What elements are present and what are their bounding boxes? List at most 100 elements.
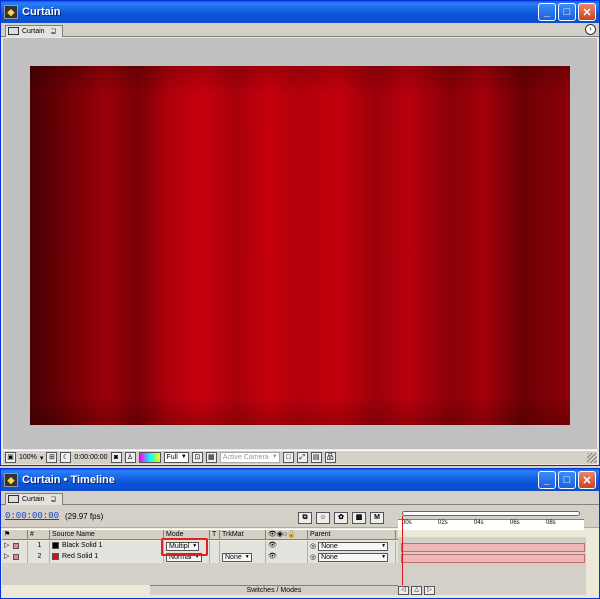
current-time-display[interactable]: 0:00:00:00 <box>74 454 107 461</box>
solid-color-icon <box>52 542 59 549</box>
column-number[interactable]: # <box>28 530 50 539</box>
mask-view-icon[interactable]: ☾ <box>60 452 72 463</box>
tab-curtain[interactable]: Curtain ⊒ <box>5 25 64 37</box>
label-color-chip[interactable] <box>13 543 20 549</box>
fps-label: (29.97 fps) <box>65 511 104 521</box>
blend-mode-dropdown[interactable]: Multipl <box>166 542 200 551</box>
pixel-aspect-icon[interactable]: ⤢ <box>296 452 308 463</box>
comp-tabstrip: Curtain ⊒ › <box>1 23 599 37</box>
ruler-ticks: 00s 02s 04s 06s 08s <box>398 519 584 530</box>
column-source-name[interactable]: Source Name <box>50 530 164 539</box>
timeline-window-title: Curtain • Timeline <box>22 474 115 486</box>
parent-cell: ◎ None <box>308 552 396 563</box>
time-ruler[interactable]: 00s 02s 04s 06s 08s <box>398 508 584 530</box>
fast-previews-icon[interactable]: ▤ <box>310 452 322 463</box>
maximize-button[interactable]: □ <box>558 471 576 489</box>
expand-layer-icon[interactable]: ▷ <box>2 541 28 552</box>
shy-layers-icon[interactable]: ☺ <box>316 512 330 524</box>
composition-icon <box>8 495 19 503</box>
zoom-in-icon[interactable]: ▷ <box>424 585 435 595</box>
resize-grip[interactable] <box>587 453 597 463</box>
view-dropdown[interactable]: Active Camera <box>219 452 280 463</box>
close-button[interactable]: ✕ <box>578 3 596 21</box>
timeline-tabstrip: Curtain ⊒ <box>1 491 599 505</box>
table-row[interactable]: ▷ 1 Black Solid 1 Multipl 👁 ◎ None <box>2 541 398 552</box>
column-t[interactable]: T <box>210 530 220 539</box>
label-color-chip[interactable] <box>13 554 20 560</box>
close-button[interactable]: ✕ <box>578 471 596 489</box>
tick-label: 08s <box>546 520 556 526</box>
comp-titlebar[interactable]: ◆ Curtain _ □ ✕ <box>1 1 599 23</box>
panel-menu-icon[interactable]: › <box>585 24 596 35</box>
minimize-button[interactable]: _ <box>538 471 556 489</box>
t-cell <box>210 552 220 563</box>
tick-label: 02s <box>438 520 448 526</box>
column-trkmat[interactable]: TrkMat <box>220 530 266 539</box>
flowchart-icon[interactable]: 品 <box>324 452 336 463</box>
minimize-button[interactable]: _ <box>538 3 556 21</box>
timeline-tools: ⧉ ☺ ✿ ▩ M <box>298 512 384 524</box>
zoom-slider-icon[interactable]: △ <box>411 585 422 595</box>
layout-icon[interactable]: □ <box>282 452 294 463</box>
timeline-titlebar[interactable]: ◆ Curtain • Timeline _ □ ✕ <box>1 469 599 491</box>
blend-mode-dropdown[interactable]: Normal <box>166 553 202 562</box>
parent-cell: ◎ None <box>308 541 396 552</box>
show-snapshot-icon[interactable]: ♙ <box>124 452 136 463</box>
mode-cell: Multipl <box>164 541 210 552</box>
trkmat-dropdown[interactable]: None <box>222 553 252 562</box>
layer-duration-bar[interactable] <box>401 554 585 563</box>
composition-window: ◆ Curtain _ □ ✕ Curtain ⊒ › ▣ 100% ▾ ⊞ ☾… <box>0 0 600 466</box>
tab-label: Curtain <box>22 496 45 503</box>
layer-number: 1 <box>28 541 50 552</box>
composition-viewer[interactable] <box>3 38 597 449</box>
tab-curtain-timeline[interactable]: Curtain ⊒ <box>5 493 64 505</box>
tab-lock-icon: ⊒ <box>50 28 57 35</box>
layer-name-cell[interactable]: Red Solid 1 <box>50 552 164 563</box>
frame-blending-icon[interactable]: ✿ <box>334 512 348 524</box>
layer-column-headers: ⚑ # Source Name Mode T TrkMat 👁◉○🔒 Paren… <box>2 529 398 540</box>
eye-icon[interactable]: 👁 <box>266 552 308 563</box>
tab-label: Curtain <box>22 28 45 35</box>
empty-layer-area <box>2 563 398 585</box>
label-column-icon[interactable]: ⚑ <box>2 530 28 539</box>
tick-label: 06s <box>510 520 520 526</box>
layer-name: Black Solid 1 <box>62 542 103 549</box>
parent-dropdown[interactable]: None <box>318 553 389 562</box>
tab-lock-icon: ⊒ <box>50 496 57 503</box>
layer-duration-bar[interactable] <box>401 543 585 552</box>
work-area-bar[interactable] <box>402 511 580 516</box>
safe-zones-icon[interactable]: ⊞ <box>46 452 58 463</box>
switches-modes-toggle[interactable]: Switches / Modes <box>150 585 398 595</box>
always-preview-icon[interactable]: ▣ <box>5 452 16 463</box>
eye-icon[interactable]: 👁 <box>266 541 308 552</box>
snapshot-icon[interactable]: ◙ <box>110 452 122 463</box>
solid-color-icon <box>52 553 59 560</box>
zoom-dropdown[interactable]: 100% <box>19 454 37 461</box>
region-of-interest-icon[interactable]: ⊡ <box>191 452 203 463</box>
comp-marker-icon[interactable]: ⧉ <box>298 512 312 524</box>
motion-blur-icon[interactable]: ▩ <box>352 512 366 524</box>
after-effects-icon: ◆ <box>4 473 18 487</box>
t-cell <box>210 541 220 552</box>
trkmat-cell: None <box>220 552 266 563</box>
curtain-render <box>30 66 570 425</box>
column-parent[interactable]: Parent <box>308 530 396 539</box>
comp-toolbar: ▣ 100% ▾ ⊞ ☾ 0:00:00:00 ◙ ♙ Full ⊡ ▦ Act… <box>3 450 597 464</box>
tick-label: 04s <box>474 520 484 526</box>
transparency-grid-icon[interactable]: ▦ <box>205 452 217 463</box>
marker-m-button[interactable]: M <box>370 512 384 524</box>
tick-label: 00s <box>402 520 412 526</box>
channel-rgb-icon[interactable] <box>138 452 161 463</box>
current-time-indicator[interactable] <box>402 516 403 594</box>
parent-dropdown[interactable]: None <box>318 542 389 551</box>
zoom-out-icon[interactable]: ◁ <box>398 585 409 595</box>
table-row[interactable]: ▷ 2 Red Solid 1 Normal None 👁 ◎ None <box>2 552 398 563</box>
current-time-display[interactable]: 0:00:00:00 <box>5 511 59 521</box>
expand-layer-icon[interactable]: ▷ <box>2 552 28 563</box>
maximize-button[interactable]: □ <box>558 3 576 21</box>
resolution-dropdown[interactable]: Full <box>163 452 189 463</box>
layer-name-cell[interactable]: Black Solid 1 <box>50 541 164 552</box>
mode-cell: Normal <box>164 552 210 563</box>
av-switches-icon[interactable]: 👁◉○🔒 <box>266 530 308 539</box>
column-mode[interactable]: Mode <box>164 530 210 539</box>
